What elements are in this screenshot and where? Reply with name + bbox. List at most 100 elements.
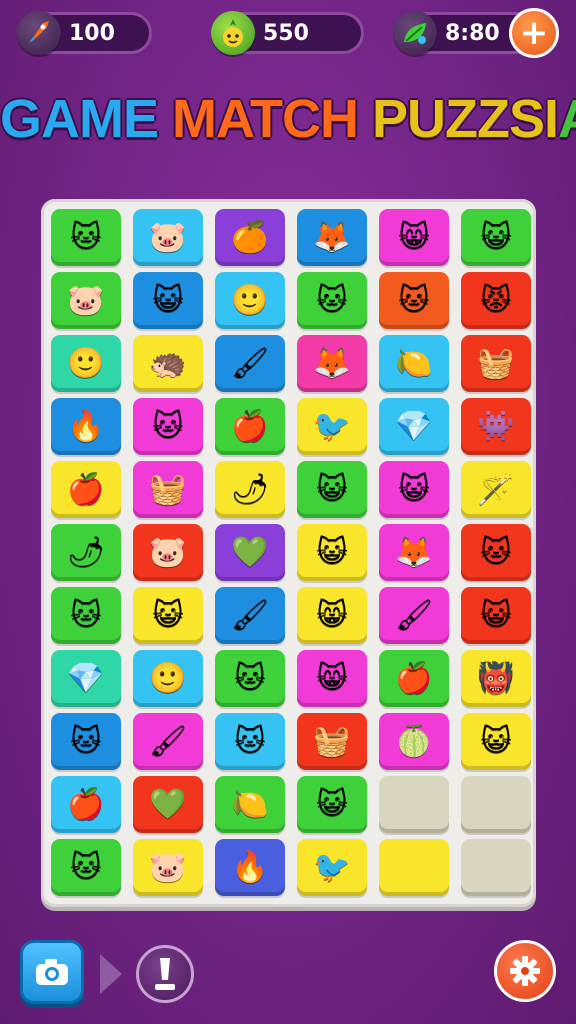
tile[interactable]: 👾 [461, 398, 531, 455]
tile[interactable]: 🌶 [215, 461, 285, 518]
blue-cat-face-icon: 😺 [152, 597, 184, 633]
empty-tile[interactable] [379, 839, 449, 896]
tile[interactable]: 🙂 [215, 272, 285, 329]
tile[interactable]: 🧺 [133, 461, 203, 518]
red-apple-icon: 🍎 [67, 786, 105, 822]
tile[interactable]: 🍎 [51, 461, 121, 518]
tile[interactable]: 🍎 [379, 650, 449, 707]
tile[interactable]: 😸 [379, 209, 449, 266]
title-part: GAME [0, 89, 173, 149]
tile[interactable]: 🧺 [461, 335, 531, 392]
green-cat-face-icon: 😺 [316, 471, 348, 507]
blue-cat-face-icon: 😺 [152, 282, 184, 318]
winking-cat-face-icon: 😸 [398, 219, 430, 255]
tile[interactable]: 🦊 [297, 335, 367, 392]
tile[interactable]: 🐷 [51, 272, 121, 329]
game-title: GAME MATCH PUZZSIA [0, 88, 576, 150]
exclamation-icon [155, 958, 175, 990]
tile[interactable]: 🖌 [215, 587, 285, 644]
tile[interactable]: 💚 [215, 524, 285, 581]
game-board: 🐱 🐷 🍊 🦊 😸 😺 🐷 😺 🙂 🐱 🐱 😾 🙂 🦔 🖌 🦊 🍋 🧺 🔥 🐱 🍎 🐦 💎 👾 🍎 🧺 🌶 😺 😺 🪄 🌶 🐷 💚 😺 🦊 🐱 🐱 😺 🖌 😸… [41, 199, 536, 907]
tile[interactable]: 🍎 [215, 398, 285, 455]
tile-grid: 🐱 🐷 🍊 🦊 😸 😺 🐷 😺 🙂 🐱 🐱 😾 🙂 🦔 🖌 🦊 🍋 🧺 🔥 🐱 🍎 🐦 💎 👾 🍎 🧺 🌶 😺 😺 🪄 🌶 🐷 💚 😺 🦊 🐱 🐱 😺 🖌 😸… [51, 209, 531, 896]
tile[interactable]: 😺 [461, 713, 531, 770]
tile[interactable]: 🐱 [51, 587, 121, 644]
tile[interactable]: 🐷 [133, 839, 203, 896]
tile[interactable]: 🐱 [379, 272, 449, 329]
empty-tile[interactable] [461, 776, 531, 833]
tile[interactable]: 🌶 [51, 524, 121, 581]
yellow-cat-face-icon: 😸 [316, 660, 348, 696]
tile[interactable]: 😺 [461, 209, 531, 266]
yellow-cat-face-icon: 🐱 [152, 408, 184, 444]
tile[interactable]: 🐱 [51, 713, 121, 770]
cat-face-icon: 🐱 [234, 660, 266, 696]
empty-tile[interactable] [379, 776, 449, 833]
add-button[interactable]: + [509, 8, 559, 58]
tile[interactable]: 🙂 [133, 650, 203, 707]
energy-timer-text: 8:80 [445, 20, 500, 46]
tile[interactable]: 🍎 [51, 776, 121, 833]
tile[interactable]: 🐱 [215, 713, 285, 770]
camera-button[interactable] [20, 940, 84, 1004]
tile[interactable]: 👹 [461, 650, 531, 707]
tile[interactable]: 😺 [297, 776, 367, 833]
basket-icon: 🧺 [313, 723, 351, 759]
tile[interactable]: 😾 [461, 272, 531, 329]
tile[interactable]: 🐦 [297, 839, 367, 896]
tile[interactable]: 😸 [297, 650, 367, 707]
green-heart-icon: 💚 [149, 786, 187, 822]
tile[interactable]: 😺 [461, 587, 531, 644]
tile[interactable]: 💚 [133, 776, 203, 833]
tile[interactable]: 😺 [297, 524, 367, 581]
tile[interactable]: 🐦 [297, 398, 367, 455]
tile[interactable]: 🐱 [297, 272, 367, 329]
blue-cat-face-icon: 😺 [316, 786, 348, 822]
chili-pepper-icon: 🌶 [230, 471, 270, 507]
fire-face-icon: 🔥 [231, 849, 269, 885]
orange-cat-face-icon: 😸 [316, 597, 348, 633]
title-part: A [558, 89, 576, 149]
tile[interactable]: 🍊 [215, 209, 285, 266]
tile[interactable]: 🔥 [215, 839, 285, 896]
pink-bird-icon: 🐦 [313, 849, 351, 885]
tile[interactable]: 🐱 [133, 398, 203, 455]
tile[interactable]: 🙂 [51, 335, 121, 392]
tile[interactable]: 🐷 [133, 209, 203, 266]
tile[interactable]: 🦔 [133, 335, 203, 392]
hint-button[interactable] [136, 945, 194, 1003]
tile[interactable]: 🪄 [461, 461, 531, 518]
empty-tile[interactable] [461, 839, 531, 896]
tile[interactable]: 🔥 [51, 398, 121, 455]
tile[interactable]: 🐱 [51, 839, 121, 896]
tile[interactable]: 🧺 [297, 713, 367, 770]
fox-face-icon: 🦊 [395, 534, 433, 570]
tile[interactable]: 🍋 [379, 335, 449, 392]
tile[interactable]: 🍋 [215, 776, 285, 833]
pink-monster-icon: 👹 [477, 660, 515, 696]
settings-button[interactable] [494, 940, 556, 1002]
tile[interactable]: 🐱 [51, 209, 121, 266]
tile[interactable]: 🍈 [379, 713, 449, 770]
tile[interactable]: 💎 [379, 398, 449, 455]
tile[interactable]: 🖌 [379, 587, 449, 644]
tile[interactable]: 💎 [51, 650, 121, 707]
tile[interactable]: 😸 [297, 587, 367, 644]
cat-face-icon: 🐱 [70, 849, 102, 885]
tile[interactable]: 😺 [297, 461, 367, 518]
yellow-cat-face-icon: 🐱 [398, 282, 430, 318]
magic-wand-icon: 🪄 [477, 471, 515, 507]
purple-monster-icon: 👾 [477, 408, 515, 444]
tile[interactable]: 🦊 [297, 209, 367, 266]
tile[interactable]: 🐱 [461, 524, 531, 581]
tile[interactable]: 🐷 [133, 524, 203, 581]
tile[interactable]: 😺 [133, 587, 203, 644]
tile[interactable]: 🦊 [379, 524, 449, 581]
tile[interactable]: 🐱 [215, 650, 285, 707]
tile[interactable]: 😺 [133, 272, 203, 329]
tile[interactable]: 🖌 [215, 335, 285, 392]
orange-fruit-icon: 🍊 [231, 219, 269, 255]
tile[interactable]: 🖌 [133, 713, 203, 770]
tile[interactable]: 😺 [379, 461, 449, 518]
red-cat-face-icon: 😾 [480, 282, 512, 318]
